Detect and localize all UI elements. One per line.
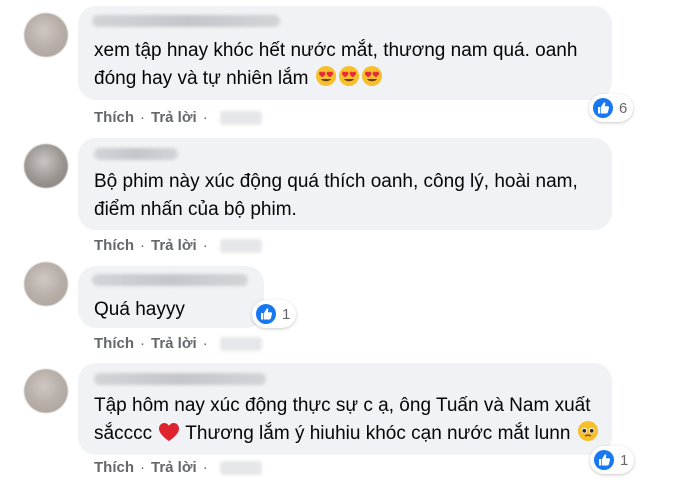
comment-3-reaction-count: 1 [282,305,291,323]
separator-dot: · [140,335,145,352]
comment-1-bubble: xem tập hnay khóc hết nước mắt, thương n… [78,6,612,100]
comment-3-line-1: Quá hayyy [94,299,185,320]
comment-4-line-1: Tập hôm nay xúc động thực sự c ạ, ông Tu… [94,395,591,416]
comment-2-actions: Thích · Trả lời · [94,237,262,254]
comment-3-like-link[interactable]: Thích [94,335,134,352]
comment-3-reactions[interactable]: 1 [252,300,297,328]
comment-2-line-1: Bộ phim này xúc động quá thích oanh, côn… [94,171,578,192]
comment-1-timestamp[interactable] [219,110,262,125]
comment-4-author-name[interactable] [94,373,266,385]
comment-1-avatar[interactable] [24,13,68,57]
comment-3-author-name[interactable] [92,274,248,286]
comment-1-author-name[interactable] [92,15,280,27]
comment-2-author-name[interactable] [94,148,178,160]
pleading-face-emoji [577,421,598,441]
comment-2-line-2: điểm nhấn của bộ phim. [94,199,297,220]
comment-2-like-link[interactable]: Thích [94,237,134,254]
separator-dot: · [140,459,145,476]
comment-3-actions: Thích · Trả lời · [94,335,262,352]
comment-4-reaction-count: 1 [620,451,629,469]
comment-3-bubble: Quá hayyy [78,266,264,328]
comment-1-line-1: xem tập hnay khóc hết nước mắt, thương n… [94,40,578,61]
heart-eyes-emoji [338,66,359,86]
comment-3-avatar[interactable] [24,262,68,306]
comment-3-timestamp[interactable] [219,336,262,351]
comment-2-timestamp[interactable] [219,238,262,253]
comment-1-line-2: đóng hay và tự nhiên lắm [94,64,383,94]
comment-1-reply-link[interactable]: Trả lời [151,109,197,126]
separator-dot: · [202,109,208,126]
comment-4-bubble: Tập hôm nay xúc động thực sự c ạ, ông Tu… [78,363,612,455]
separator-dot: · [202,237,208,254]
comment-2-bubble: Bộ phim này xúc động quá thích oanh, côn… [78,138,612,230]
separator-dot: · [202,459,208,476]
like-reaction-icon [593,98,613,118]
comment-3-reply-link[interactable]: Trả lời [151,335,197,352]
comment-4-line-2: sắcccc Thương lắm ý hiuhiu khóc cạn nước… [94,419,599,449]
comment-1-reaction-count: 6 [619,99,628,117]
comment-4-actions: Thích · Trả lời · [94,459,262,476]
comment-4-like-link[interactable]: Thích [94,459,134,476]
heart-eyes-emoji [361,66,382,86]
like-reaction-icon [256,304,276,324]
comment-2-reply-link[interactable]: Trả lời [151,237,197,254]
comment-1-reactions[interactable]: 6 [589,94,634,122]
comment-4-reply-link[interactable]: Trả lời [151,459,197,476]
comment-2-avatar[interactable] [24,144,68,188]
comment-4-avatar[interactable] [24,369,68,413]
comment-1-like-link[interactable]: Thích [94,109,134,126]
separator-dot: · [202,335,208,352]
separator-dot: · [140,237,145,254]
heart-eyes-emoji [315,66,336,86]
comment-4-reactions[interactable]: 1 [590,446,635,474]
comment-4-timestamp[interactable] [219,460,262,475]
red-heart-emoji [159,423,180,441]
comment-1-actions: Thích · Trả lời · [94,109,262,126]
like-reaction-icon [594,450,614,470]
separator-dot: · [140,109,145,126]
